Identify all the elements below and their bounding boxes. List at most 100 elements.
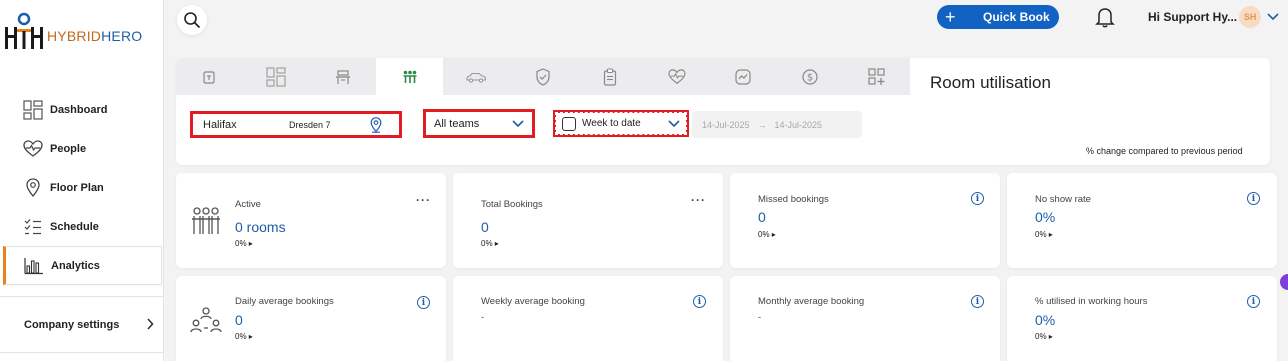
card-value: 0%: [1035, 312, 1056, 328]
tab-car[interactable]: [443, 58, 510, 95]
sidebar-item-analytics[interactable]: Analytics: [3, 246, 162, 285]
checklist-icon: [22, 216, 44, 238]
sidebar: HYBRIDHERO Dashboard People Floor Plan S…: [0, 0, 164, 361]
info-icon[interactable]: i: [1247, 295, 1260, 308]
tab-shield[interactable]: [510, 58, 577, 95]
more-options-icon[interactable]: ···: [416, 193, 431, 207]
tab-activity[interactable]: [710, 58, 777, 95]
info-icon[interactable]: i: [971, 295, 984, 308]
chevron-down-icon: [1267, 13, 1279, 21]
sidebar-nav: Dashboard People Floor Plan Schedule Ana…: [0, 90, 164, 285]
sidebar-item-dashboard[interactable]: Dashboard: [0, 90, 164, 129]
page-title: Room utilisation: [930, 73, 1051, 92]
date-from: 14-Jul-2025: [702, 119, 750, 130]
card-title: % utilised in working hours: [1035, 296, 1148, 307]
chevron-down-icon: [668, 119, 680, 127]
card-value: -: [481, 312, 485, 323]
car-icon: [466, 72, 487, 83]
location-selector[interactable]: Halifax Dresden 7: [190, 111, 402, 138]
sidebar-item-label: Analytics: [51, 259, 100, 272]
card-change: 0% ▸: [235, 332, 253, 341]
tab-layout[interactable]: [243, 58, 310, 95]
tab-meeting-room[interactable]: [376, 58, 443, 95]
card-value: 0 rooms: [235, 219, 286, 235]
card-utilised: % utilised in working hours 0% 0% ▸ i: [1007, 276, 1277, 361]
calendar-icon: [562, 116, 576, 131]
logo-text: HYBRIDHERO: [47, 28, 143, 44]
help-widget-tab[interactable]: [1280, 274, 1288, 290]
info-icon[interactable]: i: [417, 296, 430, 309]
search-button[interactable]: [177, 5, 207, 35]
card-title: No show rate: [1035, 194, 1091, 205]
sidebar-divider: [0, 352, 164, 353]
info-icon[interactable]: i: [971, 192, 984, 205]
location-floor: Dresden 7: [289, 119, 331, 130]
teams-dropdown[interactable]: All teams: [423, 109, 535, 138]
chevron-down-icon: [512, 119, 524, 127]
user-menu[interactable]: Hi Support Hy... SH: [1148, 6, 1279, 28]
bell-icon[interactable]: [1095, 6, 1115, 28]
chevron-right-icon: [146, 317, 154, 333]
more-options-icon[interactable]: ···: [691, 193, 706, 207]
card-monthly-average: Monthly average booking - i: [730, 276, 1000, 361]
sidebar-item-people[interactable]: People: [0, 129, 164, 168]
arrow-right-icon: →: [757, 119, 767, 130]
card-change: 0% ▸: [1035, 332, 1053, 341]
building-icon: [203, 70, 215, 84]
hybridhero-logo-icon: [5, 12, 43, 49]
tab-cost[interactable]: $: [777, 58, 844, 95]
date-range-input[interactable]: 14-Jul-2025 → 14-Jul-2025: [692, 111, 862, 138]
category-tabs: $: [176, 58, 910, 95]
sidebar-item-label: Floor Plan: [50, 181, 104, 194]
card-title: Total Bookings: [481, 199, 543, 210]
sidebar-item-schedule[interactable]: Schedule: [0, 207, 164, 246]
company-settings-label: Company settings: [24, 319, 120, 331]
card-title: Weekly average booking: [481, 296, 585, 307]
avatar: SH: [1239, 6, 1262, 28]
card-title: Monthly average booking: [758, 296, 865, 307]
card-change: 0% ▸: [1035, 230, 1053, 239]
comparison-note: % change compared to previous period: [1086, 146, 1243, 156]
card-change: 0% ▸: [758, 230, 776, 239]
sidebar-item-label: Dashboard: [50, 103, 108, 116]
location-name: Halifax: [203, 118, 237, 131]
tab-clipboard[interactable]: [576, 58, 643, 95]
card-total-bookings: Total Bookings 0 0% ▸ ···: [453, 173, 723, 268]
card-active: Active 0 rooms 0% ▸ ···: [176, 173, 446, 268]
meeting-room-icon: [192, 207, 220, 234]
card-value: 0: [235, 312, 243, 328]
tab-building[interactable]: [176, 58, 243, 95]
card-change: 0% ▸: [481, 239, 499, 248]
card-title: Daily average bookings: [235, 296, 334, 307]
filter-panel: $ Room utilisation Halifax Dresden 7 All…: [176, 58, 1270, 165]
sidebar-divider: [0, 296, 164, 297]
add-grid-icon: [868, 67, 885, 85]
logo[interactable]: HYBRIDHERO: [3, 10, 158, 52]
date-to: 14-Jul-2025: [774, 119, 823, 130]
sidebar-item-label: People: [50, 142, 87, 155]
heart-pulse-icon: [667, 68, 686, 84]
people-network-icon: [190, 307, 222, 333]
clipboard-icon: [603, 67, 616, 86]
card-value: 0%: [1035, 209, 1056, 225]
quick-book-button[interactable]: + Quick Book: [937, 5, 1059, 29]
card-no-show-rate: No show rate 0% 0% ▸ i: [1007, 173, 1277, 268]
dollar-icon: $: [802, 68, 818, 85]
info-icon[interactable]: i: [693, 295, 706, 308]
card-weekly-average: Weekly average booking - i: [453, 276, 723, 361]
tab-add[interactable]: [843, 58, 910, 95]
company-settings-item[interactable]: Company settings: [0, 305, 164, 345]
period-dropdown[interactable]: Week to date: [553, 110, 689, 137]
desk-icon: [335, 69, 350, 84]
card-missed-bookings: Missed bookings 0 0% ▸ i: [730, 173, 1000, 268]
teams-value: All teams: [434, 117, 480, 130]
sidebar-item-floor-plan[interactable]: Floor Plan: [0, 168, 164, 207]
tab-wellbeing[interactable]: [643, 58, 710, 95]
sidebar-item-label: Schedule: [50, 220, 99, 233]
card-title: Missed bookings: [758, 194, 829, 205]
activity-icon: [735, 68, 751, 85]
info-icon[interactable]: i: [1247, 192, 1260, 205]
card-daily-average: Daily average bookings 0 0% ▸ i: [176, 276, 446, 361]
tab-desk[interactable]: [309, 58, 376, 95]
card-change: 0% ▸: [235, 239, 253, 248]
